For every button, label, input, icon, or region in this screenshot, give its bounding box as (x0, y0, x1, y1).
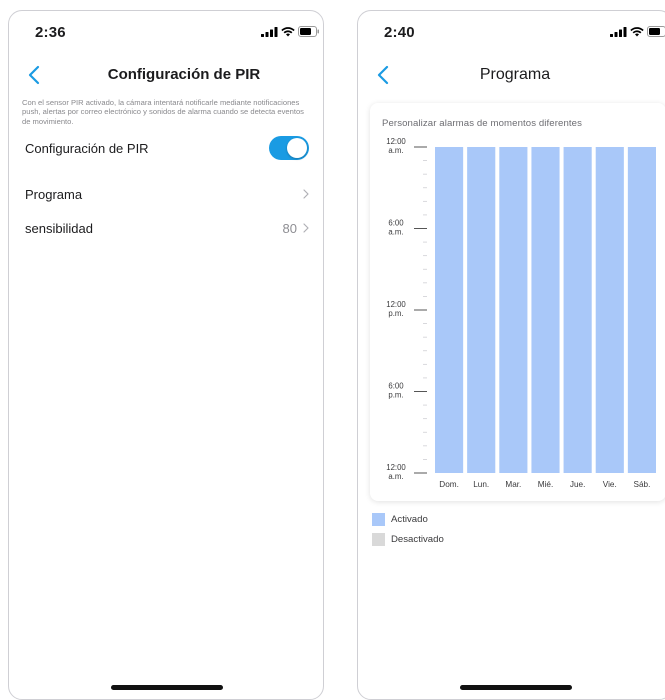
pir-toggle[interactable] (269, 136, 309, 160)
status-icons (261, 26, 320, 37)
y-tick-label: 6:00 (388, 382, 404, 391)
pir-description: Con el sensor PIR activado, la cámara in… (22, 98, 312, 126)
page-title: Programa (358, 66, 665, 84)
bar-sáb[interactable] (628, 147, 656, 473)
schedule-screen: 2:40 Programa (357, 10, 665, 700)
y-tick-label: 12:00 (386, 463, 406, 472)
x-tick-label: Mar. (505, 480, 521, 489)
y-tick-label: a.m. (388, 472, 403, 481)
pir-settings-screen: 2:36 Configura (8, 10, 324, 700)
bar-lun[interactable] (467, 147, 495, 473)
pir-toggle-label: Configuración de PIR (25, 141, 269, 156)
x-tick-label: Sáb. (634, 480, 651, 489)
status-icons (610, 26, 665, 37)
toggle-knob (287, 138, 307, 158)
legend-inactive: Desactivado (372, 533, 444, 546)
x-tick-label: Vie. (603, 480, 617, 489)
schedule-row[interactable]: Programa (9, 178, 323, 210)
legend-active-label: Activado (391, 514, 428, 525)
y-tick-label: 12:00 (386, 137, 406, 146)
status-bar: 2:36 (9, 11, 323, 47)
battery-icon (298, 26, 320, 37)
schedule-label: Programa (25, 187, 303, 202)
sensitivity-label: sensibilidad (25, 221, 283, 236)
status-bar: 2:40 (358, 11, 665, 47)
y-tick-label: 12:00 (386, 300, 406, 309)
chevron-right-icon (303, 189, 309, 199)
status-time: 2:36 (35, 24, 66, 41)
bar-vie[interactable] (596, 147, 624, 473)
bar-dom[interactable] (435, 147, 463, 473)
x-tick-label: Mié. (538, 480, 553, 489)
battery-icon (647, 26, 665, 37)
legend-active: Activado (372, 513, 428, 526)
wifi-icon (281, 27, 295, 37)
chevron-right-icon (303, 223, 309, 233)
x-tick-label: Dom. (439, 480, 459, 489)
pir-toggle-row: Configuración de PIR (9, 132, 323, 164)
bar-mié[interactable] (531, 147, 559, 473)
page-title: Configuración de PIR (9, 66, 323, 83)
legend-active-swatch (372, 513, 385, 526)
signal-icon (261, 27, 278, 37)
legend-inactive-label: Desactivado (391, 534, 444, 545)
y-tick-label: a.m. (388, 228, 403, 237)
nav-bar: Programa (358, 55, 665, 95)
signal-icon (610, 27, 627, 37)
y-tick-label: p.m. (388, 309, 403, 318)
nav-bar: Configuración de PIR (9, 55, 323, 95)
schedule-card: Personalizar alarmas de momentos diferen… (370, 103, 665, 501)
bar-mar[interactable] (499, 147, 527, 473)
y-tick-label: 6:00 (388, 219, 404, 228)
y-tick-label: p.m. (388, 391, 403, 400)
y-tick-label: a.m. (388, 146, 403, 155)
schedule-chart: 12:00a.m.6:00a.m.12:00p.m.6:00p.m.12:00a… (370, 103, 665, 501)
bar-jue[interactable] (564, 147, 592, 473)
sensitivity-row[interactable]: sensibilidad 80 (9, 212, 323, 244)
x-tick-label: Jue. (570, 480, 585, 489)
x-tick-label: Lun. (473, 480, 489, 489)
status-time: 2:40 (384, 24, 415, 41)
legend-inactive-swatch (372, 533, 385, 546)
sensitivity-value: 80 (283, 221, 297, 236)
wifi-icon (630, 27, 644, 37)
